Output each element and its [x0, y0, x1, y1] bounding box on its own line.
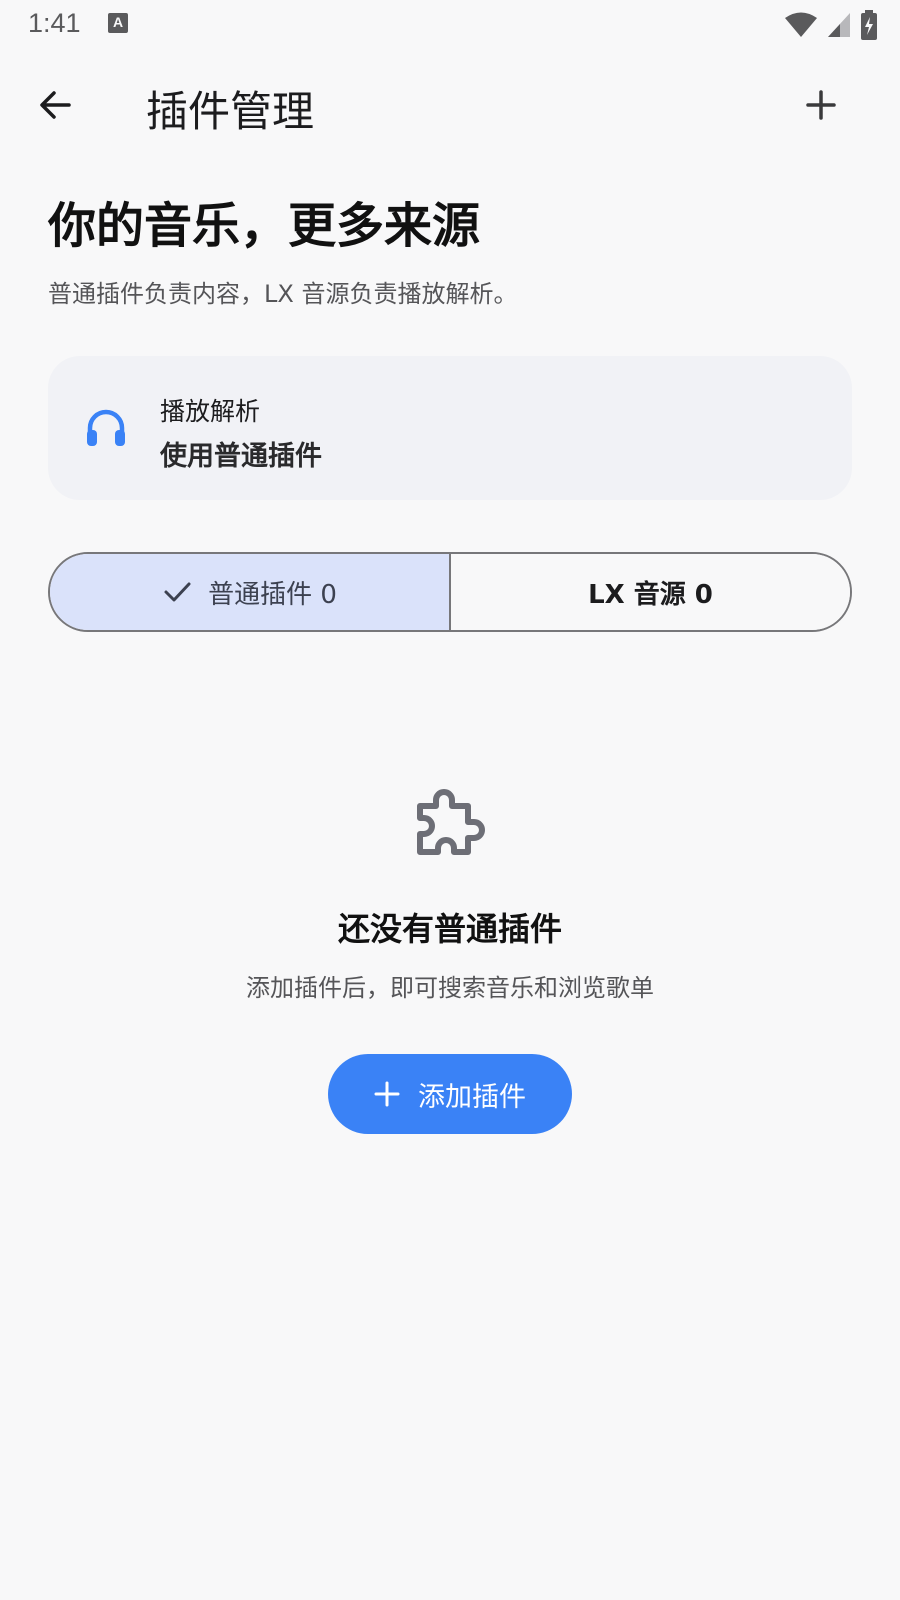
- tab-lx-sources[interactable]: LX 音源 0: [451, 554, 850, 630]
- playback-label: 播放解析: [160, 397, 261, 426]
- arrow-left-icon: [40, 91, 71, 119]
- status-time: 1:41: [28, 8, 81, 38]
- add-plugin-top-button[interactable]: [796, 80, 846, 130]
- signal-icon: [828, 13, 850, 37]
- app-bar: 插件管理: [0, 64, 900, 144]
- tab-normal-plugins-label: 普通插件 0: [208, 579, 337, 610]
- back-button[interactable]: [30, 80, 80, 130]
- tab-normal-plugins[interactable]: 普通插件 0: [50, 554, 451, 630]
- check-icon: [164, 582, 191, 602]
- empty-state-description: 添加插件后，即可搜索音乐和浏览歌单: [246, 974, 654, 1002]
- status-icons: [784, 10, 878, 40]
- plus-icon: [374, 1081, 400, 1107]
- status-bar: 1:41 A: [0, 0, 900, 48]
- headphones-icon: [87, 409, 125, 446]
- hero-subtitle: 普通插件负责内容，LX 音源负责播放解析。: [48, 280, 518, 308]
- empty-state-title: 还没有普通插件: [337, 910, 562, 948]
- hero-title: 你的音乐，更多来源: [48, 198, 481, 254]
- battery-charging-icon: [861, 10, 877, 40]
- plugin-type-segmented-control: 普通插件 0 LX 音源 0: [48, 552, 852, 632]
- a-icon: A: [108, 13, 128, 33]
- tab-lx-sources-label: LX 音源 0: [588, 579, 713, 610]
- playback-resolution-card[interactable]: 播放解析 使用普通插件: [48, 356, 852, 500]
- wifi-icon: [785, 12, 817, 37]
- add-plugin-button[interactable]: 添加插件: [328, 1054, 572, 1134]
- add-plugin-button-label: 添加插件: [418, 1081, 526, 1113]
- puzzle-icon: [417, 789, 485, 855]
- page-title: 插件管理: [146, 87, 315, 136]
- playback-value: 使用普通插件: [160, 441, 322, 472]
- plus-icon: [806, 90, 836, 120]
